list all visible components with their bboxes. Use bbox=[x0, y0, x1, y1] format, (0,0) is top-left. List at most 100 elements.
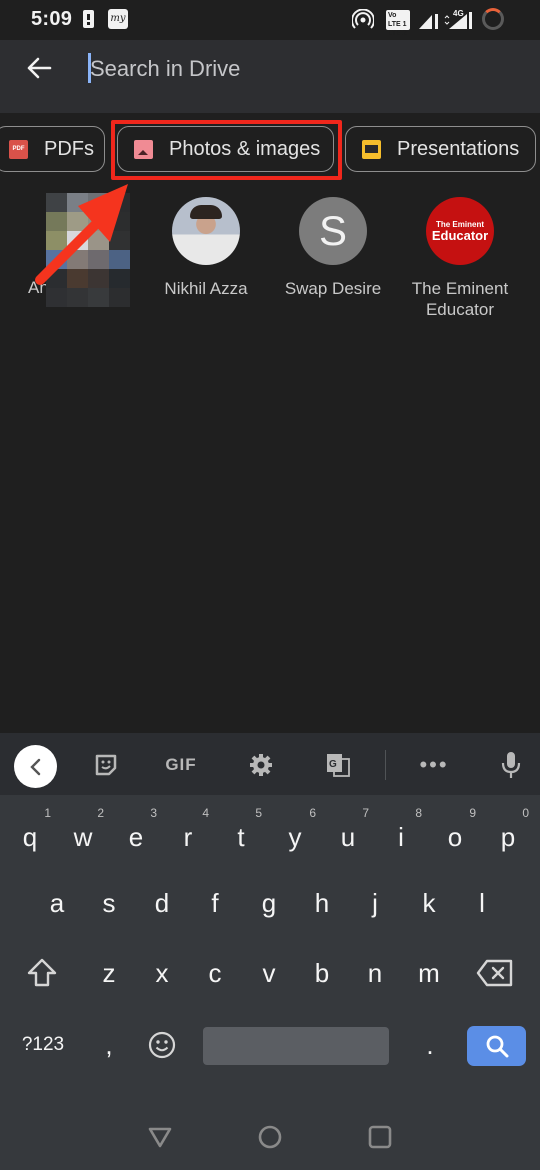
key-h[interactable]: h bbox=[297, 875, 347, 931]
shift-icon bbox=[27, 958, 57, 987]
nav-back-icon[interactable] bbox=[145, 1122, 175, 1152]
key-k[interactable]: k bbox=[404, 875, 454, 931]
person-suggestion[interactable]: Nikhil Azza bbox=[143, 190, 269, 299]
brand-line2: Educator bbox=[431, 227, 489, 243]
key-r[interactable]: r4 bbox=[163, 806, 213, 865]
key-label: o bbox=[447, 822, 463, 852]
more-options-button[interactable]: ••• bbox=[416, 748, 452, 782]
pdf-icon: PDF bbox=[9, 139, 28, 159]
key-n[interactable]: n bbox=[350, 945, 400, 1001]
translate-icon: G bbox=[327, 754, 350, 777]
system-navigation-bar bbox=[0, 1105, 540, 1170]
slides-icon bbox=[362, 139, 381, 159]
key-label: w bbox=[73, 822, 93, 852]
search-icon bbox=[486, 1035, 508, 1058]
status-bar: 5:09 my Vo LTE 1 LTE 2 4G bbox=[0, 0, 540, 40]
emoji-icon bbox=[148, 1031, 176, 1059]
battery-icon bbox=[482, 8, 504, 30]
person-suggestion[interactable]: The Eminent Educator The Eminent Educato… bbox=[397, 190, 523, 320]
key-x[interactable]: x bbox=[137, 945, 187, 1001]
key-label: y bbox=[288, 822, 302, 852]
chip-label: Presentations bbox=[397, 137, 520, 160]
volte-icon: Vo LTE 1 LTE 2 bbox=[386, 10, 410, 37]
key-hint: 6 bbox=[309, 806, 316, 820]
key-a[interactable]: a bbox=[32, 875, 82, 931]
key-t[interactable]: t5 bbox=[216, 806, 266, 865]
key-i[interactable]: i8 bbox=[376, 806, 426, 865]
svg-text:4G: 4G bbox=[453, 9, 464, 18]
key-p[interactable]: p0 bbox=[483, 806, 533, 865]
gear-icon bbox=[250, 754, 272, 776]
translate-button[interactable]: G bbox=[320, 748, 356, 782]
backspace-key[interactable] bbox=[470, 945, 520, 1001]
redacted-avatar bbox=[46, 193, 132, 308]
nav-home-icon[interactable] bbox=[255, 1122, 285, 1152]
space-bar[interactable] bbox=[203, 1027, 389, 1065]
key-hint: 2 bbox=[97, 806, 104, 820]
status-time: 5:09 bbox=[31, 8, 73, 30]
back-arrow-icon[interactable] bbox=[20, 52, 60, 84]
key-hint: 0 bbox=[522, 806, 529, 820]
comma-key[interactable]: , bbox=[84, 1017, 134, 1073]
key-hint: 8 bbox=[415, 806, 422, 820]
key-hint: 9 bbox=[469, 806, 476, 820]
sticker-icon bbox=[95, 754, 117, 776]
key-c[interactable]: c bbox=[190, 945, 240, 1001]
key-u[interactable]: u7 bbox=[323, 806, 373, 865]
chip-photos-images[interactable]: Photos & images bbox=[117, 126, 334, 172]
person-name: Nikhil Azza bbox=[164, 279, 248, 298]
hotspot-icon bbox=[352, 9, 374, 29]
emoji-key[interactable] bbox=[137, 1017, 187, 1073]
key-label: t bbox=[237, 822, 245, 852]
toolbar-divider bbox=[385, 750, 386, 780]
key-label: e bbox=[128, 822, 144, 852]
key-v[interactable]: v bbox=[244, 945, 294, 1001]
signal-sim1-icon bbox=[419, 14, 438, 29]
image-icon bbox=[134, 139, 153, 159]
chevron-left-icon bbox=[29, 758, 40, 775]
period-key[interactable]: . bbox=[405, 1017, 455, 1073]
key-g[interactable]: g bbox=[244, 875, 294, 931]
key-m[interactable]: m bbox=[404, 945, 454, 1001]
chip-presentations[interactable]: Presentations bbox=[345, 126, 536, 172]
voice-input-button[interactable] bbox=[493, 748, 529, 782]
alert-notification-icon bbox=[83, 10, 94, 28]
key-hint: 7 bbox=[362, 806, 369, 820]
search-key[interactable] bbox=[467, 1026, 526, 1066]
key-f[interactable]: f bbox=[190, 875, 240, 931]
key-label: r bbox=[183, 822, 193, 852]
shift-key[interactable] bbox=[17, 945, 67, 1001]
settings-button[interactable] bbox=[243, 748, 279, 782]
key-y[interactable]: y6 bbox=[270, 806, 320, 865]
key-e[interactable]: e3 bbox=[111, 806, 161, 865]
person-suggestion[interactable]: S Swap Desire bbox=[270, 190, 396, 299]
chip-label: PDFs bbox=[44, 137, 94, 160]
signal-sim2-4g-icon: 4G bbox=[444, 9, 472, 29]
avatar bbox=[172, 197, 240, 265]
key-z[interactable]: z bbox=[84, 945, 134, 1001]
app-notification-icon: my bbox=[108, 9, 128, 29]
chip-pdfs[interactable]: PDF PDFs bbox=[0, 126, 105, 172]
sticker-button[interactable] bbox=[88, 748, 124, 782]
key-hint: 3 bbox=[150, 806, 157, 820]
microphone-icon bbox=[501, 752, 521, 778]
symbols-key[interactable]: ?123 bbox=[13, 1017, 73, 1073]
nav-recents-icon[interactable] bbox=[365, 1122, 395, 1152]
keyboard-collapse-button[interactable] bbox=[14, 745, 57, 788]
key-hint: 5 bbox=[255, 806, 262, 820]
key-o[interactable]: o9 bbox=[430, 806, 480, 865]
key-b[interactable]: b bbox=[297, 945, 347, 1001]
key-d[interactable]: d bbox=[137, 875, 187, 931]
search-input[interactable] bbox=[90, 52, 510, 86]
key-l[interactable]: l bbox=[457, 875, 507, 931]
key-hint: 4 bbox=[202, 806, 209, 820]
key-label: q bbox=[22, 822, 38, 852]
volte-line2: LTE 2 bbox=[388, 30, 407, 37]
key-s[interactable]: s bbox=[84, 875, 134, 931]
gif-button[interactable]: GIF bbox=[163, 748, 199, 782]
avatar: The Eminent Educator bbox=[426, 197, 494, 265]
key-w[interactable]: w2 bbox=[58, 806, 108, 865]
search-header bbox=[0, 40, 540, 113]
key-q[interactable]: q1 bbox=[5, 806, 55, 865]
key-j[interactable]: j bbox=[350, 875, 400, 931]
